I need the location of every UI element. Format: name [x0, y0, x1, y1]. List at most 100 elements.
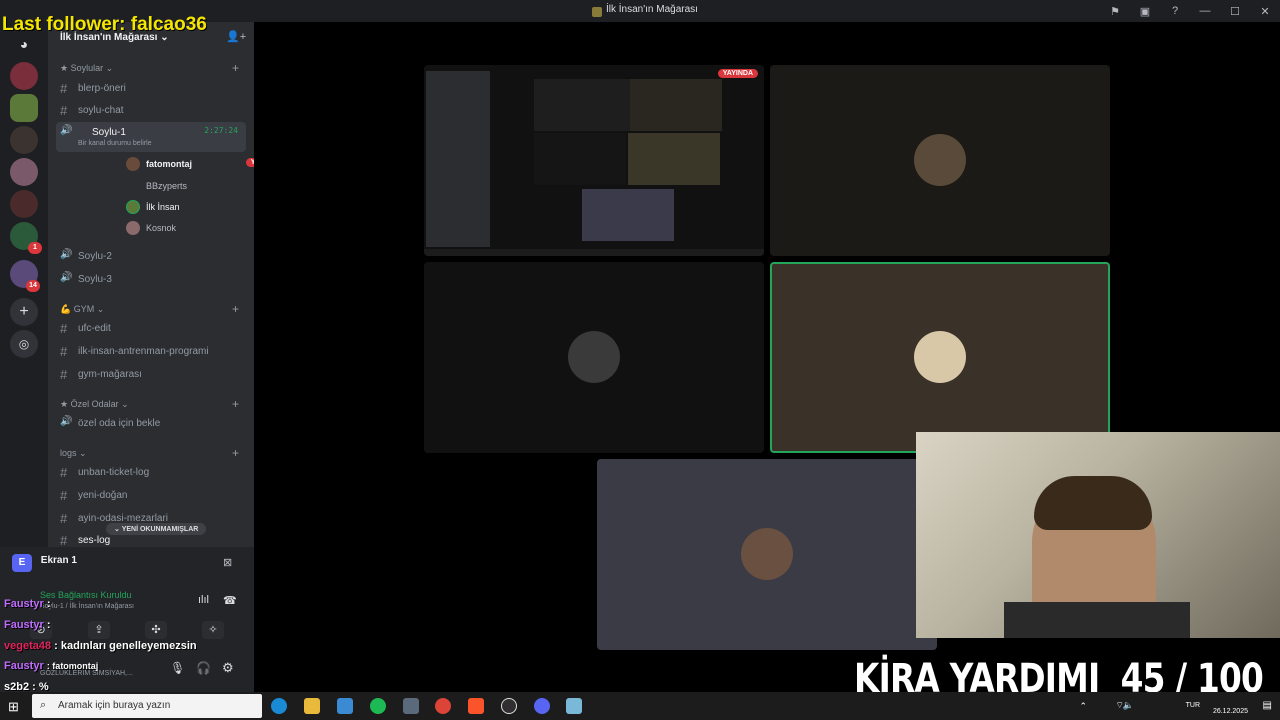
channel-status[interactable]: Bir kanal durumu belirle [78, 140, 152, 147]
channel-ufc-edit[interactable]: # ufc-edit [56, 318, 246, 338]
server-icon [592, 4, 602, 22]
inbox-icon[interactable]: ⚑ [1100, 5, 1130, 18]
avatar [126, 200, 140, 214]
volume-icon[interactable]: 🔈 [1123, 700, 1134, 711]
webcam-shirt [1004, 602, 1190, 638]
invite-icon[interactable]: 👤+ [226, 30, 246, 43]
voice-connected-sub: Soylu-1 / İlk İnsan'ın Mağarası [40, 603, 134, 610]
hash-icon: # [60, 533, 68, 547]
headphones-icon[interactable]: 🎧 [196, 661, 211, 675]
participant-tile[interactable] [770, 65, 1110, 256]
voice-user[interactable]: İlk İnsan [126, 199, 254, 217]
voice-channel-ozel-oda[interactable]: 🔊 özel oda için bekle [56, 413, 246, 433]
server-icon[interactable] [10, 62, 38, 90]
file-explorer-icon[interactable] [304, 698, 320, 714]
settings-icon[interactable]: ⚙ [222, 660, 234, 676]
discord-icon[interactable] [534, 698, 550, 714]
participant-tile[interactable] [424, 262, 764, 453]
maximize-button[interactable]: ☐ [1220, 5, 1250, 18]
stream-preview [628, 133, 720, 185]
avatar [568, 331, 620, 383]
signal-icon[interactable]: ılıl [198, 594, 209, 606]
channel-antrenman[interactable]: # ilk-insan-antrenman-programi [56, 341, 246, 361]
avatar [126, 221, 140, 235]
date-indicator[interactable]: 26.12.2025 [1213, 708, 1248, 715]
stop-share-icon[interactable]: ⊠ [223, 556, 232, 569]
chrome-icon[interactable] [435, 698, 451, 714]
hash-icon: # [60, 488, 68, 503]
discover-icon[interactable]: ◎ [10, 330, 38, 358]
avatar [126, 179, 140, 193]
window-title: İlk İnsan'ın Mağarası [606, 4, 698, 15]
chat-line: Faustyr : [4, 598, 51, 610]
channel-blerp[interactable]: # blerp-öneri [56, 78, 246, 98]
avatar [741, 528, 793, 580]
search-icon: ⌕ [40, 699, 47, 711]
obs-icon[interactable] [501, 698, 517, 714]
spotify-icon[interactable] [370, 698, 386, 714]
stream-taskbar [424, 249, 764, 256]
edge-icon[interactable] [271, 698, 287, 714]
mic-icon[interactable]: 🎙 [170, 661, 185, 675]
soundboard-button[interactable]: ✧ [202, 621, 224, 639]
live-badge: YAYINDA [245, 158, 254, 167]
language-indicator[interactable]: TUR [1186, 702, 1200, 709]
store-icon[interactable] [337, 698, 353, 714]
category-logs[interactable]: logs ⌄ + [60, 446, 239, 460]
screen-share-bar[interactable]: E Ekran 1 [12, 554, 77, 574]
hash-icon: # [60, 103, 68, 118]
server-icon[interactable] [10, 158, 38, 186]
streamer-webcam [916, 432, 1280, 638]
participant-tile[interactable] [597, 459, 937, 650]
new-unread-pill[interactable]: ⌄ YENİ OKUNMAMIŞLAR [106, 523, 207, 535]
screen-share-icon: E [12, 554, 32, 572]
close-button[interactable]: ✕ [1250, 5, 1280, 18]
minimize-button[interactable]: — [1190, 5, 1220, 17]
activities-button[interactable]: ✣ [145, 621, 167, 639]
voice-connected-status[interactable]: Ses Bağlantısı Kuruldu [40, 590, 132, 600]
channel-list: İlk İnsan'ın Mağarası ⌄ 👤+ ★ Soylular ⌄ +… [48, 22, 254, 547]
server-icon[interactable] [10, 190, 38, 218]
share-screen-button[interactable]: ⇪ [88, 621, 110, 639]
windows-start-icon[interactable]: ⊞ [8, 699, 19, 715]
category-soylular[interactable]: ★ Soylular ⌄ + [60, 61, 239, 75]
channel-unban-ticket-log[interactable]: # unban-ticket-log [56, 462, 246, 482]
add-channel-icon[interactable]: + [232, 61, 239, 75]
avatar [914, 331, 966, 383]
channel-yeni-dogan[interactable]: # yeni-doğan [56, 485, 246, 505]
add-channel-icon[interactable]: + [232, 302, 239, 316]
unread-badge: 14 [26, 280, 40, 292]
add-server-icon[interactable]: + [10, 298, 38, 326]
voice-user[interactable]: Kosnok [126, 220, 254, 238]
channel-soylu-chat[interactable]: # soylu-chat [56, 100, 246, 120]
screen-icon[interactable]: ▣ [1130, 5, 1160, 18]
voice-user[interactable]: fatomontaj YAYINDA [126, 156, 254, 174]
hash-icon: # [60, 321, 68, 336]
voice-user[interactable]: BBzyperts [126, 178, 254, 196]
stream-preview [534, 133, 626, 185]
notification-icon[interactable]: ▤ [1263, 700, 1272, 711]
stream-tile[interactable]: YAYINDA [424, 65, 764, 256]
hash-icon: # [60, 81, 68, 96]
notepad-icon[interactable] [566, 698, 582, 714]
category-ozel-odalar[interactable]: ★ Özel Odalar ⌄ + [60, 397, 239, 411]
calculator-icon[interactable] [403, 698, 419, 714]
brave-icon[interactable] [468, 698, 484, 714]
tray-chevron-icon[interactable]: ⌃ [1079, 701, 1087, 712]
help-icon[interactable]: ? [1160, 5, 1190, 17]
category-gym[interactable]: 💪 GYM ⌄ + [60, 302, 239, 316]
disconnect-icon[interactable]: ☎ [223, 594, 237, 607]
add-channel-icon[interactable]: + [232, 397, 239, 411]
stream-preview [630, 79, 722, 131]
add-channel-icon[interactable]: + [232, 446, 239, 460]
server-icon[interactable] [10, 126, 38, 154]
speaker-icon: 🔊 [60, 416, 73, 427]
speaker-icon: 🔊 [60, 125, 73, 136]
voice-channel-soylu-3[interactable]: 🔊 Soylu-3 [56, 269, 246, 289]
server-icon[interactable] [10, 94, 38, 122]
channel-gym-magarasi[interactable]: # gym-mağarası [56, 364, 246, 384]
voice-channel-soylu-2[interactable]: 🔊 Soylu-2 [56, 246, 246, 266]
taskbar-search[interactable]: ⌕ Aramak için buraya yazın [32, 694, 262, 718]
participant-tile-speaking[interactable] [770, 262, 1110, 453]
voice-channel-soylu-1[interactable]: 🔊 Soylu-1 2:27:24 Bir kanal durumu belir… [56, 122, 246, 152]
